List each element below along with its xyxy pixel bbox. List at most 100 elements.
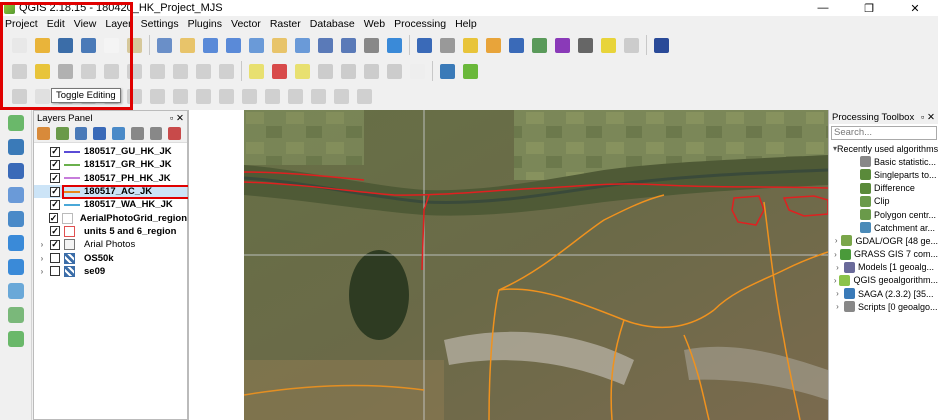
measure-button[interactable]: [574, 34, 596, 56]
fill-ring-button[interactable]: [123, 85, 145, 107]
text-annotation-button[interactable]: [620, 34, 642, 56]
remove-layer-icon[interactable]: [168, 127, 181, 140]
split-features-button[interactable]: [238, 85, 260, 107]
rotate-feature-button[interactable]: [353, 85, 375, 107]
paste-features-button[interactable]: [215, 60, 237, 82]
toolbar-grip[interactable]: [2, 36, 5, 54]
close-panel-icon[interactable]: ✕: [176, 113, 184, 124]
merge-selected-button[interactable]: [284, 85, 306, 107]
toolbox-item[interactable]: › Models [1 geoalg...: [829, 261, 938, 274]
action-button[interactable]: [436, 34, 458, 56]
expand-arrow-icon[interactable]: ›: [833, 289, 842, 298]
move-feature-button[interactable]: [100, 60, 122, 82]
rotate-point-button[interactable]: [330, 85, 352, 107]
new-project-button[interactable]: [8, 34, 30, 56]
layer-visibility-checkbox[interactable]: ✓: [50, 159, 60, 170]
menu-plugins[interactable]: Plugins: [185, 18, 228, 30]
toolbox-item[interactable]: › QGIS geoalgorithm...: [829, 274, 938, 287]
add-wcs-layer-button[interactable]: [2, 256, 30, 278]
expand-arrow-icon[interactable]: ›: [833, 250, 838, 259]
add-wms-layer-button[interactable]: [2, 232, 30, 254]
minimize-button[interactable]: —: [800, 0, 846, 16]
zoom-out-button[interactable]: [222, 34, 244, 56]
offset-curve-button[interactable]: [215, 85, 237, 107]
layer-item[interactable]: ✓ 180517_WA_HK_JK: [34, 198, 187, 211]
move-label-button[interactable]: [337, 60, 359, 82]
layer-item[interactable]: ✓ 180517_PH_HK_JK: [34, 172, 187, 185]
layer-item[interactable]: ✓ 180517_GU_HK_JK: [34, 145, 187, 158]
toolbar-grip[interactable]: [2, 62, 5, 80]
expand-all-icon[interactable]: [130, 127, 144, 140]
menu-processing[interactable]: Processing: [391, 18, 452, 30]
toolbox-item[interactable]: Basic statistic...: [829, 155, 938, 168]
layer-labeling-button[interactable]: [268, 60, 290, 82]
maximize-button[interactable]: ❐: [846, 0, 892, 16]
new-map-view-button[interactable]: [360, 34, 382, 56]
layer-item[interactable]: ✓ 181517_GR_HK_JK: [34, 158, 187, 171]
merge-attributes-button[interactable]: [307, 85, 329, 107]
add-raster-layer-button[interactable]: [2, 136, 30, 158]
toolbox-item[interactable]: ▾ Recently used algorithms: [829, 142, 938, 155]
filter-by-expression-icon[interactable]: [112, 127, 125, 140]
close-button[interactable]: ✕: [892, 0, 938, 16]
toolbox-item[interactable]: Singleparts to...: [829, 168, 938, 181]
layer-item[interactable]: › ✓ Arial Photos: [34, 238, 187, 251]
toolbox-search-input[interactable]: Search...: [831, 126, 937, 140]
layer-visibility-checkbox[interactable]: [50, 266, 60, 277]
delete-part-button[interactable]: [169, 85, 191, 107]
collapse-all-icon[interactable]: [149, 127, 163, 140]
zoom-to-layer-button[interactable]: [291, 34, 313, 56]
add-delimited-text-layer-button[interactable]: [2, 304, 30, 326]
layer-visibility-checkbox[interactable]: ✓: [50, 186, 60, 197]
toolbox-item[interactable]: › SAGA (2.3.2) [35...: [829, 287, 938, 300]
layer-item[interactable]: ✓ units 5 and 6_region: [34, 225, 187, 238]
open-layer-styling-icon[interactable]: [37, 127, 50, 140]
toggle-editing-button[interactable]: [31, 60, 53, 82]
menu-view[interactable]: View: [71, 18, 103, 30]
annotation-button[interactable]: [597, 34, 619, 56]
menu-vector[interactable]: Vector: [228, 18, 267, 30]
toolbox-item[interactable]: Catchment ar...: [829, 221, 938, 234]
add-group-icon[interactable]: [55, 127, 69, 140]
add-wfs-layer-button[interactable]: [2, 280, 30, 302]
toolbox-item[interactable]: › GRASS GIS 7 com...: [829, 248, 938, 261]
zoom-in-button[interactable]: [199, 34, 221, 56]
zoom-next-button[interactable]: [337, 34, 359, 56]
toolbox-item[interactable]: › Scripts [0 geoalgo...: [829, 300, 938, 313]
map-canvas[interactable]: [244, 110, 828, 420]
python-console-button[interactable]: [436, 60, 458, 82]
new-print-composer-button[interactable]: [100, 34, 122, 56]
manage-visibility-icon[interactable]: [74, 127, 88, 140]
add-feature-button[interactable]: [77, 60, 99, 82]
layer-item[interactable]: › OS50k: [34, 251, 187, 264]
filter-legend-icon[interactable]: [93, 127, 106, 140]
expand-arrow-icon[interactable]: ›: [833, 302, 842, 311]
save-as-button[interactable]: [77, 34, 99, 56]
reshape-button[interactable]: [192, 85, 214, 107]
pin-labels-button[interactable]: [291, 60, 313, 82]
show-hide-labels-button[interactable]: [314, 60, 336, 82]
menu-database[interactable]: Database: [307, 18, 361, 30]
menu-edit[interactable]: Edit: [44, 18, 71, 30]
layer-item[interactable]: ✓ 180517_AC_JK: [34, 184, 191, 199]
rotate-label-button[interactable]: [360, 60, 382, 82]
close-toolbox-icon[interactable]: ✕: [927, 112, 935, 123]
toolbox-item[interactable]: Difference: [829, 182, 938, 195]
toolbar-grip[interactable]: [2, 87, 5, 105]
float-panel-icon[interactable]: ▫: [170, 113, 173, 124]
cut-features-button[interactable]: [169, 60, 191, 82]
zoom-full-button[interactable]: [245, 34, 267, 56]
delete-ring-button[interactable]: [146, 85, 168, 107]
layer-visibility-checkbox[interactable]: ✓: [50, 146, 60, 157]
identify-button[interactable]: [413, 34, 435, 56]
new-shapefile-layer-button[interactable]: [2, 328, 30, 350]
expand-arrow-icon[interactable]: ›: [38, 267, 46, 276]
composer-manager-button[interactable]: [123, 34, 145, 56]
menu-layer[interactable]: Layer: [102, 18, 137, 30]
copy-features-button[interactable]: [192, 60, 214, 82]
save-edits-button[interactable]: [54, 60, 76, 82]
change-label-button[interactable]: [383, 60, 405, 82]
expand-arrow-icon[interactable]: ›: [833, 263, 842, 272]
split-parts-button[interactable]: [261, 85, 283, 107]
layer-visibility-checkbox[interactable]: ✓: [48, 213, 59, 224]
